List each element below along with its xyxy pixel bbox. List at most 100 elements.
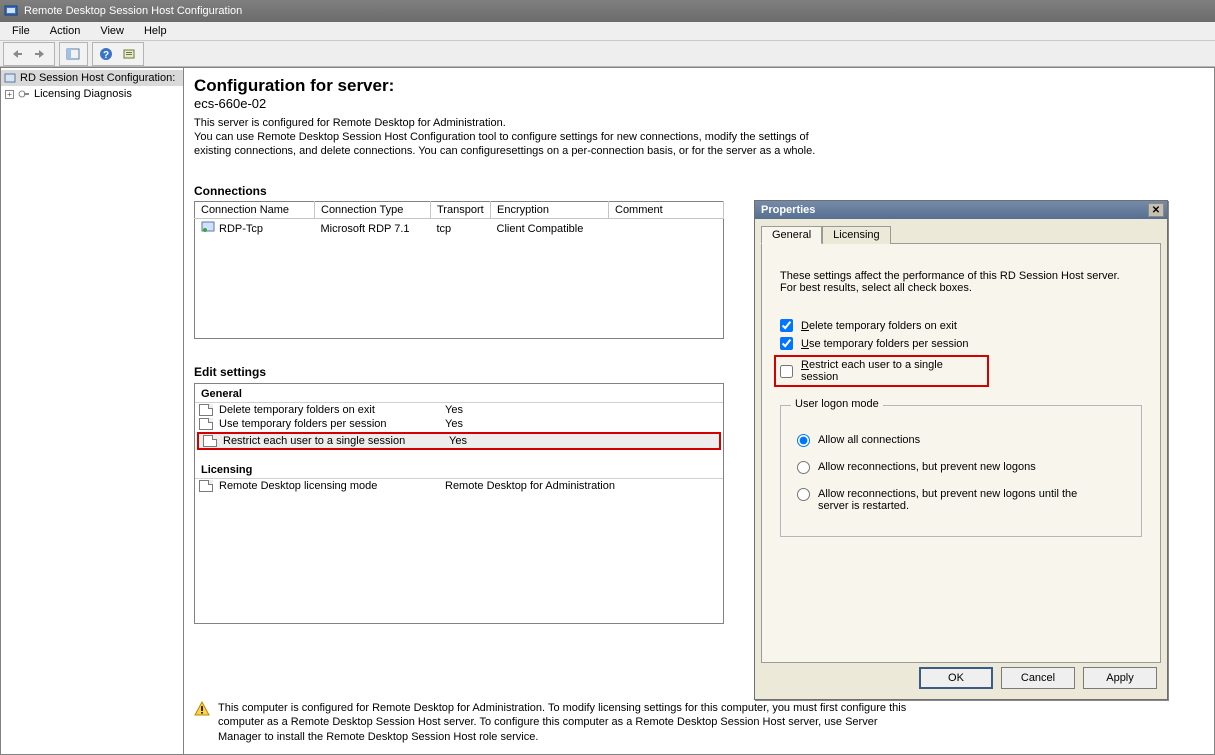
chk3-acc: R bbox=[801, 359, 809, 371]
radio-allow-all[interactable]: Allow all connections bbox=[797, 434, 1125, 447]
radio-allow-reconnections-until-restart-input[interactable] bbox=[797, 488, 810, 501]
tree-child-licensing[interactable]: + Licensing Diagnosis bbox=[1, 86, 183, 102]
intro-text: This server is configured for Remote Des… bbox=[194, 117, 914, 158]
property-icon bbox=[199, 480, 213, 492]
radio2-pre: Allow bbox=[818, 461, 847, 473]
radio-allow-all-label: llow all connections bbox=[825, 434, 920, 446]
footer-text: This computer is configured for Remote D… bbox=[218, 701, 914, 744]
app-icon bbox=[4, 4, 18, 18]
refresh-button[interactable] bbox=[118, 43, 140, 65]
general-heading: General bbox=[195, 384, 723, 403]
warning-icon bbox=[194, 701, 210, 717]
dialog-buttons: OK Cancel Apply bbox=[919, 667, 1157, 689]
footer-warning: This computer is configured for Remote D… bbox=[194, 701, 914, 744]
col-transport[interactable]: Transport bbox=[431, 202, 491, 219]
intro-line-1: This server is configured for Remote Des… bbox=[194, 117, 914, 131]
intro-line-2: You can use Remote Desktop Session Host … bbox=[194, 131, 914, 145]
checkbox-delete-temp-input[interactable] bbox=[780, 319, 793, 332]
radio-allow-reconnections-until-restart[interactable]: Allow reconnections, but prevent new log… bbox=[797, 488, 1125, 512]
user-logon-mode-legend: User logon mode bbox=[791, 398, 883, 410]
menu-action[interactable]: Action bbox=[42, 23, 89, 39]
chk1-label: elete temporary folders on exit bbox=[809, 320, 957, 332]
server-icon bbox=[3, 71, 17, 85]
back-button[interactable] bbox=[6, 43, 28, 65]
tree-panel: RD Session Host Configuration: + Licensi… bbox=[0, 67, 184, 755]
window-title: Remote Desktop Session Host Configuratio… bbox=[24, 5, 242, 17]
checkbox-delete-temp[interactable]: Delete temporary folders on exit bbox=[780, 319, 1142, 332]
chk2-acc: U bbox=[801, 338, 809, 350]
menu-file[interactable]: File bbox=[4, 23, 38, 39]
dialog-tabs: General Licensing bbox=[755, 219, 1167, 243]
property-icon bbox=[199, 404, 213, 416]
tab-general-body: These settings affect the performance of… bbox=[761, 243, 1161, 663]
setting-licensing-mode[interactable]: Remote Desktop licensing mode Remote Des… bbox=[195, 479, 723, 493]
radio-allow-all-input[interactable] bbox=[797, 434, 810, 447]
page-heading: Configuration for server: bbox=[194, 76, 914, 96]
radio-allow-reconnections-input[interactable] bbox=[797, 461, 810, 474]
toolbar: ? bbox=[0, 41, 1215, 67]
setting-restrict-single-session[interactable]: Restrict each user to a single session Y… bbox=[197, 432, 721, 450]
chk3-label: estrict each user to a single session bbox=[801, 359, 943, 383]
chk1-acc: D bbox=[801, 320, 809, 332]
checkbox-use-temp-input[interactable] bbox=[780, 337, 793, 350]
setting-licensing-label: Remote Desktop licensing mode bbox=[219, 480, 377, 492]
content-area: Configuration for server: ecs-660e-02 Th… bbox=[184, 67, 1215, 755]
connection-icon bbox=[201, 221, 215, 236]
col-connection-type[interactable]: Connection Type bbox=[315, 202, 431, 219]
svg-text:?: ? bbox=[103, 50, 109, 61]
setting-use-temp-value: Yes bbox=[445, 418, 463, 430]
property-icon bbox=[199, 418, 213, 430]
setting-use-temp[interactable]: Use temporary folders per session Yes bbox=[195, 417, 723, 431]
checkbox-restrict-input[interactable] bbox=[780, 365, 793, 378]
user-logon-mode-group: User logon mode Allow all connections Al… bbox=[780, 405, 1142, 537]
settings-box: General Delete temporary folders on exit… bbox=[194, 383, 724, 624]
connections-header-row: Connection Name Connection Type Transpor… bbox=[195, 202, 724, 219]
menu-bar: File Action View Help bbox=[0, 22, 1215, 41]
chk2-label: se temporary folders per session bbox=[809, 338, 969, 350]
col-encryption[interactable]: Encryption bbox=[491, 202, 609, 219]
connections-table: Connection Name Connection Type Transpor… bbox=[194, 201, 724, 339]
apply-button[interactable]: Apply bbox=[1083, 667, 1157, 689]
dialog-instructions-1: These settings affect the performance of… bbox=[780, 270, 1142, 282]
window-title-bar: Remote Desktop Session Host Configuratio… bbox=[0, 0, 1215, 22]
dialog-title-bar[interactable]: Properties ✕ bbox=[755, 201, 1167, 219]
ok-button[interactable]: OK bbox=[919, 667, 993, 689]
tab-general[interactable]: General bbox=[761, 226, 822, 244]
dialog-title: Properties bbox=[761, 204, 815, 216]
tree-root-label: RD Session Host Configuration: bbox=[20, 72, 175, 84]
conn-type: Microsoft RDP 7.1 bbox=[315, 219, 431, 239]
menu-help[interactable]: Help bbox=[136, 23, 175, 39]
forward-button[interactable] bbox=[29, 43, 51, 65]
conn-encryption: Client Compatible bbox=[491, 219, 609, 239]
menu-view[interactable]: View bbox=[92, 23, 132, 39]
conn-transport: tcp bbox=[431, 219, 491, 239]
radio2-label: econnections, but prevent new logons bbox=[851, 461, 1036, 473]
setting-delete-temp[interactable]: Delete temporary folders on exit Yes bbox=[195, 403, 723, 417]
licensing-heading: Licensing bbox=[195, 460, 723, 479]
setting-delete-temp-value: Yes bbox=[445, 404, 463, 416]
connection-row[interactable]: RDP-Tcp Microsoft RDP 7.1 tcp Client Com… bbox=[195, 219, 724, 239]
conn-name: RDP-Tcp bbox=[219, 223, 263, 235]
setting-restrict-label: Restrict each user to a single session bbox=[223, 435, 405, 447]
dialog-instructions-2: For best results, select all check boxes… bbox=[780, 282, 1142, 294]
expand-icon[interactable]: + bbox=[5, 90, 14, 99]
checkbox-restrict-single-session[interactable]: Restrict each user to a single session bbox=[774, 355, 989, 387]
close-icon[interactable]: ✕ bbox=[1148, 203, 1164, 217]
setting-restrict-value: Yes bbox=[449, 435, 467, 447]
show-hide-tree-button[interactable] bbox=[62, 43, 84, 65]
tab-licensing[interactable]: Licensing bbox=[822, 226, 890, 244]
tree-child-label: Licensing Diagnosis bbox=[34, 88, 132, 100]
col-connection-name[interactable]: Connection Name bbox=[195, 202, 315, 219]
help-button[interactable]: ? bbox=[95, 43, 117, 65]
radio3-label: Allow reconnections, but prevent new log… bbox=[818, 488, 1078, 512]
conn-comment bbox=[609, 219, 724, 239]
setting-delete-temp-label: Delete temporary folders on exit bbox=[219, 404, 375, 416]
cancel-button[interactable]: Cancel bbox=[1001, 667, 1075, 689]
checkbox-use-temp[interactable]: Use temporary folders per session bbox=[780, 337, 1142, 350]
col-comment[interactable]: Comment bbox=[609, 202, 724, 219]
tree-root[interactable]: RD Session Host Configuration: bbox=[1, 70, 183, 86]
intro-line-3: existing connections, and delete connect… bbox=[194, 145, 914, 159]
properties-dialog: Properties ✕ General Licensing These set… bbox=[754, 200, 1168, 700]
connections-title: Connections bbox=[194, 184, 914, 198]
radio-allow-reconnections[interactable]: Allow reconnections, but prevent new log… bbox=[797, 461, 1125, 474]
